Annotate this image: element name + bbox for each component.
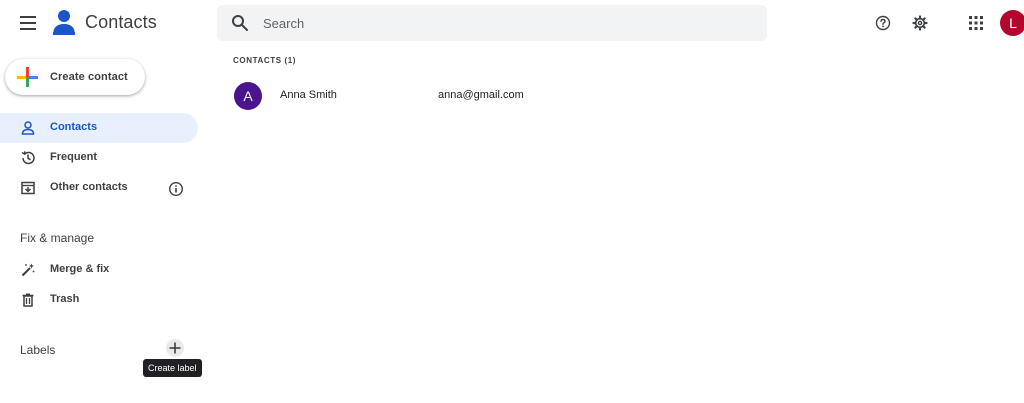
sidebar-item-frequent[interactable]: Frequent [0, 143, 198, 173]
sidebar-item-trash[interactable]: Trash [0, 285, 198, 315]
create-contact-label: Create contact [50, 71, 128, 83]
create-contact-button[interactable]: Create contact [5, 59, 145, 95]
sidebar-item-label: Contacts [50, 121, 98, 133]
magic-wand-icon [21, 263, 35, 277]
history-icon [21, 151, 35, 165]
contacts-count-heading: CONTACTS (1) [233, 56, 297, 65]
sidebar-item-label: Frequent [50, 151, 98, 163]
sidebar-item-merge-fix[interactable]: Merge & fix [0, 255, 198, 285]
top-app-bar: Contacts Search L [0, 0, 1024, 46]
google-apps-button[interactable] [964, 11, 988, 35]
person-icon [21, 121, 35, 135]
search-icon [232, 15, 248, 31]
help-button[interactable] [871, 11, 895, 35]
colored-plus-icon [17, 67, 38, 87]
help-circle-icon [875, 15, 891, 31]
sidebar-item-label: Trash [50, 293, 80, 305]
plus-icon [169, 342, 181, 354]
contacts-logo-icon [53, 10, 75, 35]
hamburger-menu-icon [20, 16, 36, 30]
archive-icon [21, 181, 35, 195]
main-menu-button[interactable] [12, 9, 44, 37]
contact-avatar: A [234, 82, 262, 110]
app-title: Contacts [85, 12, 157, 32]
info-icon[interactable] [168, 181, 184, 197]
apps-grid-icon [969, 16, 983, 30]
sidebar-item-contacts[interactable]: Contacts [0, 113, 198, 143]
contact-name: Anna Smith [280, 89, 337, 101]
labels-heading: Labels [20, 343, 56, 357]
settings-button[interactable] [908, 11, 932, 35]
trash-icon [22, 293, 34, 307]
account-avatar-button[interactable]: L [1000, 10, 1024, 36]
fix-manage-heading: Fix & manage [20, 231, 95, 245]
search-input[interactable] [263, 5, 743, 41]
contact-row[interactable]: A Anna Smith anna@gmail.com [217, 79, 1024, 113]
sidebar-item-label: Other contacts [50, 181, 128, 193]
gear-icon [912, 15, 928, 31]
create-label-tooltip: Create label [143, 359, 202, 377]
create-label-button[interactable] [166, 339, 184, 357]
contact-email: anna@gmail.com [438, 89, 524, 101]
search-bar[interactable] [217, 5, 767, 41]
sidebar-item-label: Merge & fix [50, 263, 110, 275]
